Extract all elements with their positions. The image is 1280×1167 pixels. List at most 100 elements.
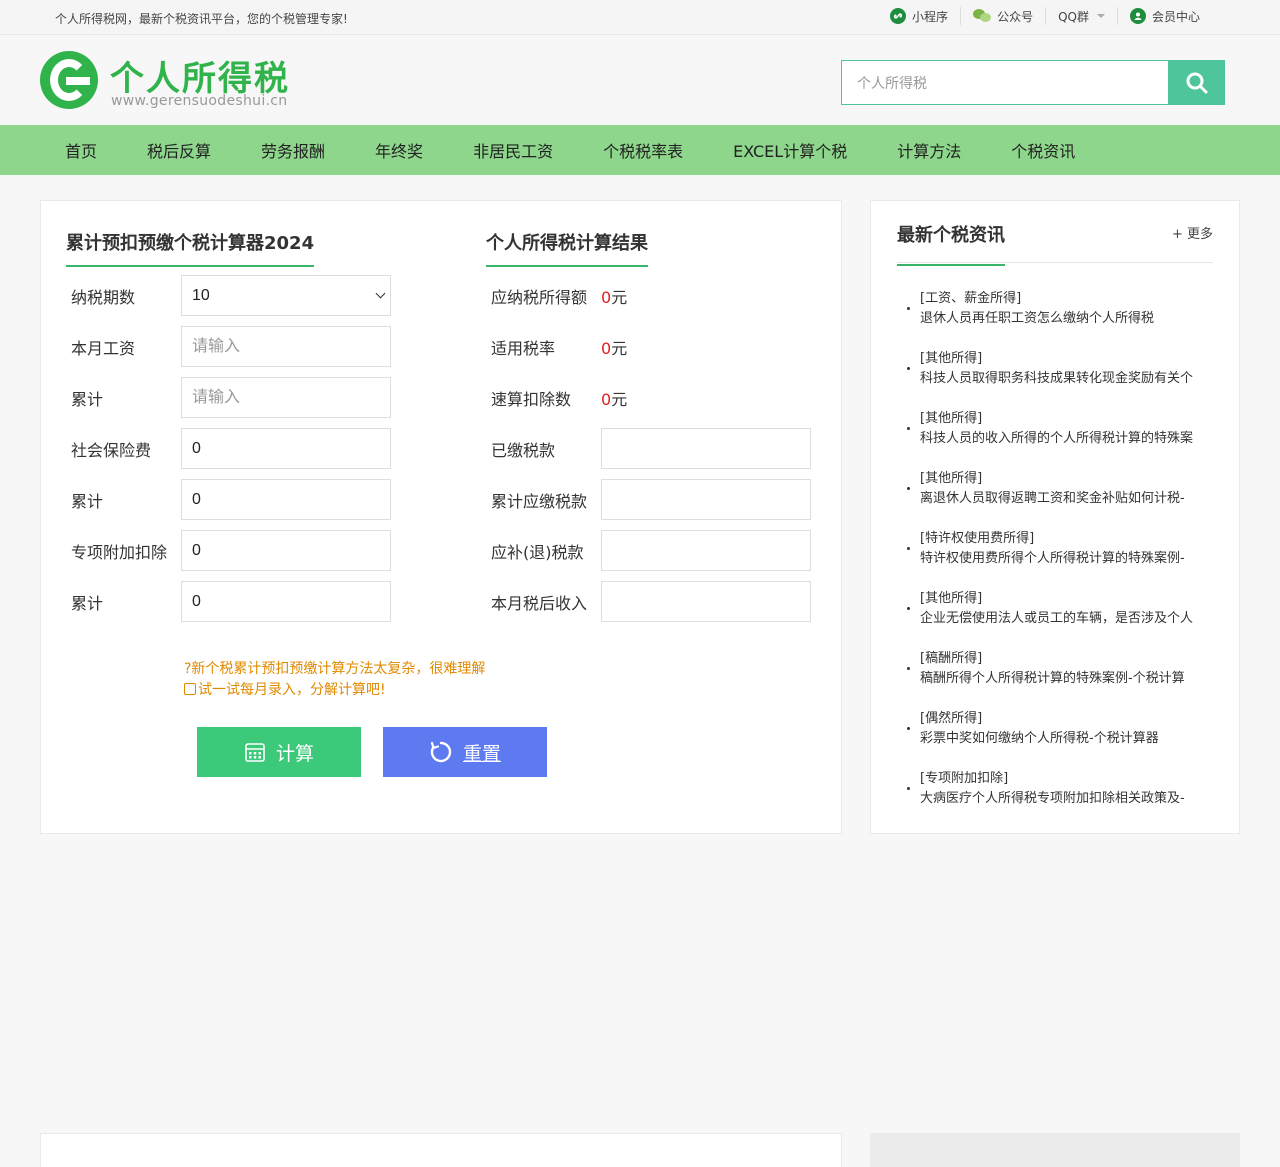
- wechat-link[interactable]: 公众号: [960, 7, 1045, 25]
- user-icon: [1129, 8, 1146, 24]
- news-item[interactable]: [工资、薪金所得] 退休人员再任职工资怎么缴纳个人所得税: [906, 289, 1206, 349]
- news-title-text: 科技人员的收入所得的个人所得税计算的特殊案: [920, 431, 1194, 446]
- salary-cum-label: 累计: [71, 389, 104, 409]
- refresh-icon: [430, 741, 452, 763]
- nav-item-non-resident-salary[interactable]: 非居民工资: [448, 138, 578, 162]
- thumbs-up-icon: [184, 683, 196, 695]
- calculate-button[interactable]: 计算: [197, 727, 361, 777]
- search-button[interactable]: [1168, 60, 1225, 105]
- news-category: [专项附加扣除]: [920, 771, 1009, 786]
- news-item[interactable]: [偶然所得] 彩票中奖如何缴纳个人所得税-个税计算器: [906, 709, 1206, 769]
- news-title-text: 离退休人员取得返聘工资和奖金补贴如何计税-: [920, 491, 1185, 506]
- mini-program-label: 小程序: [912, 9, 949, 24]
- news-category: [其他所得]: [920, 411, 983, 426]
- news-title-text: 彩票中奖如何缴纳个人所得税-个税计算器: [920, 731, 1159, 746]
- news-category: [偶然所得]: [920, 711, 983, 726]
- mini-program-icon: [890, 8, 907, 24]
- sidebar-panel-bottom: [870, 1133, 1240, 1167]
- taxable-income-label: 应纳税所得额: [491, 287, 588, 307]
- calendar-icon: [245, 743, 265, 762]
- paid-tax-field[interactable]: [601, 428, 811, 469]
- logo-url: www.gerensuodeshui.cn: [111, 93, 288, 109]
- news-item[interactable]: [其他所得] 科技人员取得职务科技成果转化现金奖励有关个: [906, 349, 1206, 409]
- qq-group-label: QQ群: [1058, 9, 1089, 24]
- top-bar: 个人所得税网，最新个税资讯平台，您的个税管理专家! 小程序 公众号 QQ群 会员…: [0, 0, 1280, 35]
- nav-item-tax-rate-table[interactable]: 个税税率表: [578, 138, 708, 162]
- salary-label: 本月工资: [71, 338, 136, 358]
- news-item[interactable]: [稿酬所得] 稿酬所得个人所得税计算的特殊案例-个税计算: [906, 649, 1206, 709]
- nav-item-tax-news[interactable]: 个税资讯: [986, 138, 1100, 162]
- deduction-label: 专项附加扣除: [71, 542, 168, 562]
- taxable-income-value: 0元: [601, 287, 628, 307]
- news-title-text: 退休人员再任职工资怎么缴纳个人所得税: [920, 311, 1155, 326]
- wechat-label: 公众号: [997, 9, 1034, 24]
- news-title: 最新个税资讯: [897, 221, 1005, 266]
- member-center-label: 会员中心: [1151, 9, 1200, 24]
- refund-tax-label: 应补(退)税款: [491, 542, 584, 562]
- search-input[interactable]: [841, 60, 1168, 105]
- news-category: [稿酬所得]: [920, 651, 983, 666]
- news-category: [其他所得]: [920, 471, 983, 486]
- salary-cum-input[interactable]: [181, 377, 391, 418]
- news-more-link[interactable]: + 更多: [1172, 223, 1213, 242]
- news-title-text: 稿酬所得个人所得税计算的特殊案例-个税计算: [920, 671, 1185, 686]
- header: 个人所得税 www.gerensuodeshui.cn: [0, 35, 1280, 125]
- insurance-cum-input[interactable]: [181, 479, 391, 520]
- news-list: [工资、薪金所得] 退休人员再任职工资怎么缴纳个人所得税 [其他所得] 科技人员取得…: [906, 289, 1206, 829]
- mini-program-link[interactable]: 小程序: [878, 7, 960, 25]
- member-center-link[interactable]: 会员中心: [1116, 7, 1212, 25]
- reset-label: 重置: [462, 742, 501, 765]
- site-logo[interactable]: 个人所得税 www.gerensuodeshui.cn: [40, 49, 300, 111]
- nav-item-calc-method[interactable]: 计算方法: [872, 138, 986, 162]
- after-tax-income-label: 本月税后收入: [491, 593, 588, 613]
- news-title-text: 大病医疗个人所得税专项附加扣除相关政策及-: [920, 791, 1185, 806]
- logo-mark-icon: [40, 51, 98, 109]
- calc-tips: ?新个税累计预扣预缴计算方法太复杂，很难理解 试一试每月录入，分解计算吧!: [184, 659, 485, 701]
- insurance-input[interactable]: [181, 428, 391, 469]
- cum-due-tax-field[interactable]: [601, 479, 811, 520]
- search-icon: [1186, 72, 1207, 93]
- calculate-label: 计算: [275, 742, 314, 765]
- nav-item-year-end-bonus[interactable]: 年终奖: [350, 138, 448, 162]
- paid-tax-label: 已缴税款: [491, 440, 556, 460]
- insurance-cum-label: 累计: [71, 491, 104, 511]
- nav-item-excel-calc[interactable]: EXCEL计算个税: [708, 138, 872, 162]
- news-item[interactable]: [其他所得] 企业无偿使用法人或员工的车辆，是否涉及个人: [906, 589, 1206, 649]
- top-links: 小程序 公众号 QQ群 会员中心: [878, 7, 1212, 25]
- news-item[interactable]: [其他所得] 离退休人员取得返聘工资和奖金补贴如何计税-: [906, 469, 1206, 529]
- tip-line-2: 试一试每月录入，分解计算吧!: [184, 680, 485, 701]
- period-select[interactable]: 10: [181, 275, 391, 316]
- news-category: [其他所得]: [920, 351, 983, 366]
- deduction-cum-input[interactable]: [181, 581, 391, 622]
- nav-item-labor-remuneration[interactable]: 劳务报酬: [236, 138, 350, 162]
- insurance-label: 社会保险费: [71, 440, 152, 460]
- site-slogan: 个人所得税网，最新个税资讯平台，您的个税管理专家!: [55, 12, 348, 26]
- nav-item-home[interactable]: 首页: [40, 138, 122, 162]
- content-panel-bottom: [40, 1133, 842, 1167]
- result-title: 个人所得税计算结果: [486, 229, 648, 267]
- news-sidebar: 最新个税资讯 + 更多 [工资、薪金所得] 退休人员再任职工资怎么缴纳个人所得税 …: [870, 200, 1240, 834]
- news-category: [其他所得]: [920, 591, 983, 606]
- salary-input[interactable]: [181, 326, 391, 367]
- calculator-title: 累计预扣预缴个税计算器2024: [66, 229, 315, 267]
- nav-item-after-tax-reverse[interactable]: 税后反算: [122, 138, 236, 162]
- reset-button[interactable]: 重置: [383, 727, 547, 777]
- quick-deduction-value: 0元: [601, 389, 628, 409]
- chevron-down-icon: [1096, 14, 1105, 18]
- tax-rate-label: 适用税率: [491, 338, 556, 358]
- refund-tax-field[interactable]: [601, 530, 811, 571]
- news-title-text: 企业无偿使用法人或员工的车辆，是否涉及个人: [920, 611, 1194, 626]
- qq-group-link[interactable]: QQ群: [1045, 7, 1117, 25]
- main-nav: 首页 税后反算 劳务报酬 年终奖 非居民工资 个税税率表 EXCEL计算个税 计…: [0, 125, 1280, 175]
- news-item[interactable]: [其他所得] 科技人员的收入所得的个人所得税计算的特殊案: [906, 409, 1206, 469]
- news-item[interactable]: [特许权使用费所得] 特许权使用费所得个人所得税计算的特殊案例-: [906, 529, 1206, 589]
- tip-line-1: ?新个税累计预扣预缴计算方法太复杂，很难理解: [184, 661, 486, 677]
- search-box: [841, 60, 1225, 105]
- news-title-text: 科技人员取得职务科技成果转化现金奖励有关个: [920, 371, 1194, 386]
- deduction-input[interactable]: [181, 530, 391, 571]
- after-tax-income-field[interactable]: [601, 581, 811, 622]
- period-label: 纳税期数: [71, 287, 136, 307]
- news-category: [工资、薪金所得]: [920, 291, 1022, 306]
- cum-due-tax-label: 累计应缴税款: [491, 491, 588, 511]
- news-item[interactable]: [专项附加扣除] 大病医疗个人所得税专项附加扣除相关政策及-: [906, 769, 1206, 829]
